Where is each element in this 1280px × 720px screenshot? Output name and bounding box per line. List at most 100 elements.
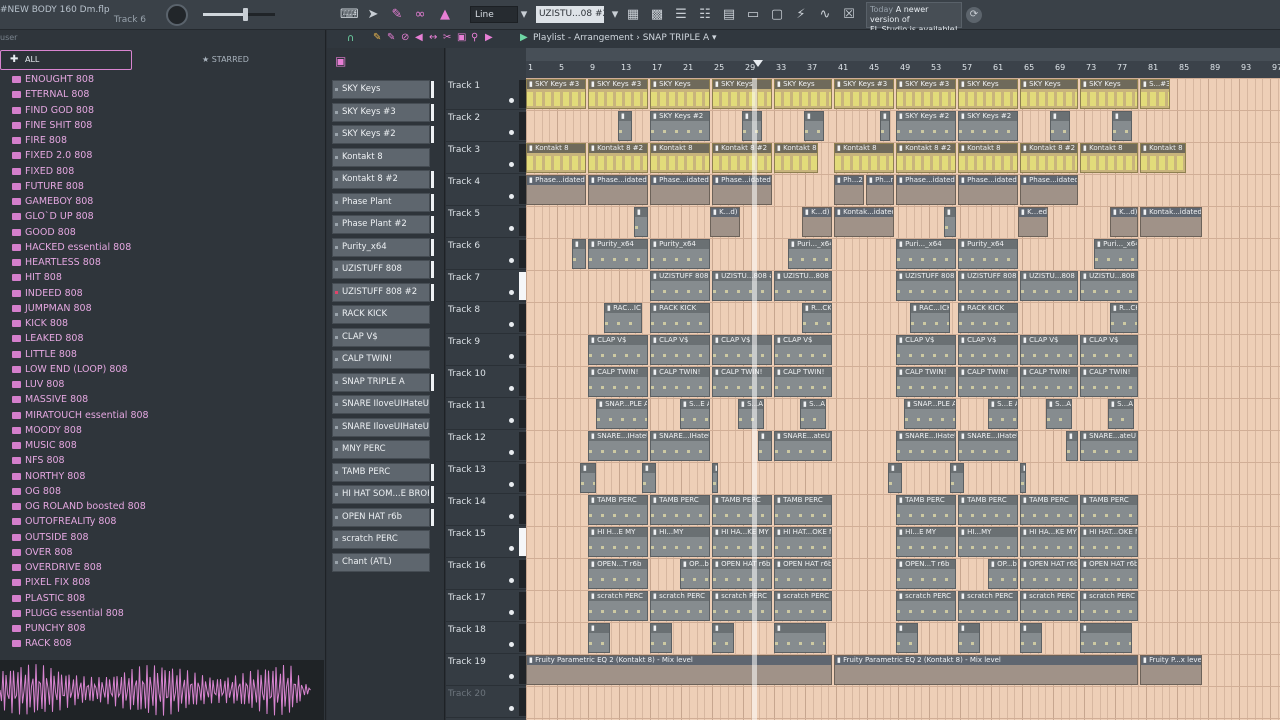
- pattern-clip[interactable]: ▮ scratch PERC: [588, 591, 648, 621]
- pattern-clip[interactable]: ▮ CLAP V$: [896, 335, 956, 365]
- pattern-clip[interactable]: ▮: [588, 623, 610, 653]
- track-header[interactable]: Track 19: [446, 654, 526, 686]
- playback-tool-icon[interactable]: ▶: [485, 32, 493, 43]
- pattern-clip[interactable]: ▮: [758, 431, 772, 461]
- channel-pattern-item[interactable]: Purity_x64: [332, 237, 430, 257]
- browser-item[interactable]: JUMPMAN 808: [0, 301, 326, 316]
- track-color-bar[interactable]: [519, 496, 526, 524]
- channel-pattern-item[interactable]: TAMB PERC: [332, 462, 430, 482]
- pattern-clip[interactable]: ▮ SKY Keys: [1080, 79, 1138, 109]
- pattern-clip[interactable]: ▮ CLAP V$: [712, 335, 772, 365]
- automation-clip[interactable]: ▮ Fruity Parametric EQ 2 (Kontakt 8) - M…: [526, 655, 832, 685]
- pattern-menu-icon[interactable]: ▾: [606, 6, 624, 24]
- pattern-clip[interactable]: ▮: [642, 463, 656, 493]
- pattern-clip[interactable]: ▮ SNARE...IHateU: [650, 431, 710, 461]
- automation-clip[interactable]: ▮ K...d): [1110, 207, 1138, 237]
- track-color-bar[interactable]: [519, 560, 526, 588]
- pattern-clip[interactable]: ▮ HI HA...KE MY: [1020, 527, 1078, 557]
- track-header[interactable]: Track 4: [446, 174, 526, 206]
- pattern-clip[interactable]: ▮: [572, 239, 586, 269]
- pattern-clip[interactable]: ▮ scratch PERC: [958, 591, 1018, 621]
- track-color-bar[interactable]: [519, 272, 526, 300]
- playhead[interactable]: [752, 78, 757, 720]
- pattern-clip[interactable]: ▮ RAC...ICK: [604, 303, 642, 333]
- pattern-clip[interactable]: ▮ SKY Keys: [774, 79, 832, 109]
- browser-item[interactable]: FIXED 808: [0, 164, 326, 179]
- pattern-clip[interactable]: ▮: [650, 623, 672, 653]
- pattern-clip[interactable]: ▮ OP...b: [988, 559, 1018, 589]
- pattern-clip[interactable]: ▮ SKY Keys: [650, 79, 710, 109]
- automation-clip[interactable]: ▮ Phase...idated): [712, 175, 772, 205]
- pattern-clip[interactable]: ▮ SKY Keys #3: [834, 79, 894, 109]
- pattern-clip[interactable]: ▮ UZISTU...808 #2: [1080, 271, 1138, 301]
- pattern-clip[interactable]: ▮: [944, 207, 956, 237]
- track-mute-dot[interactable]: [509, 162, 514, 167]
- track-color-bar[interactable]: [519, 112, 526, 140]
- track-header[interactable]: Track 6: [446, 238, 526, 270]
- pattern-clip[interactable]: ▮ SNAP...PLE A: [904, 399, 956, 429]
- clipboard-icon[interactable]: ▢: [768, 6, 786, 24]
- pattern-clip[interactable]: ▮: [1020, 623, 1042, 653]
- pattern-clip[interactable]: ▮ HI HAT...OKE MY: [774, 527, 832, 557]
- pattern-clip[interactable]: ▮ Purity_x64: [958, 239, 1018, 269]
- browser-item[interactable]: INDEED 808: [0, 286, 326, 301]
- channel-pattern-item[interactable]: SKY Keys #2: [332, 125, 430, 144]
- browser-item[interactable]: MOODY 808: [0, 423, 326, 438]
- pattern-clip[interactable]: ▮ CLAP V$: [958, 335, 1018, 365]
- pattern-clip[interactable]: ▮ CLAP V$: [1020, 335, 1078, 365]
- track-header[interactable]: Track 11: [446, 398, 526, 430]
- pattern-clip[interactable]: ▮ Puri..._x64: [896, 239, 956, 269]
- pattern-clip[interactable]: ▮ HI...MY: [650, 527, 710, 557]
- pattern-clip[interactable]: ▮ OPEN HAT r6b: [712, 559, 772, 589]
- pattern-clip[interactable]: ▮ HI...MY: [958, 527, 1018, 557]
- magnet-icon[interactable]: ∩: [347, 33, 354, 44]
- master-pitch-knob[interactable]: [166, 4, 188, 26]
- tab-all[interactable]: ✚ ALL: [0, 50, 132, 70]
- pattern-clip[interactable]: ▮ SKY Keys: [1020, 79, 1078, 109]
- track-header[interactable]: Track 2: [446, 110, 526, 142]
- pattern-clip[interactable]: ▮ Puri..._x64: [788, 239, 832, 269]
- automation-clip[interactable]: ▮ Ph...2: [834, 175, 864, 205]
- track-mute-dot[interactable]: [509, 450, 514, 455]
- track-color-bar[interactable]: [519, 208, 526, 236]
- automation-clip[interactable]: ▮ Phase...idated): [650, 175, 710, 205]
- pattern-clip[interactable]: ▮ HI H...E MY: [588, 527, 648, 557]
- channel-pattern-item[interactable]: SNAP TRIPLE A: [332, 372, 430, 392]
- pattern-clip[interactable]: ▮ HI HAT...OKE MY: [1080, 527, 1138, 557]
- pattern-clip[interactable]: ▮ scratch PERC: [1080, 591, 1138, 621]
- timeline-ruler[interactable]: 1 5 9 13 17 21 25 29 33 37 41 45 49 53 57 61 65 69 73 77 81 8…: [526, 48, 1280, 78]
- pattern-clip[interactable]: ▮ CLAP V$: [1080, 335, 1138, 365]
- track-mute-dot[interactable]: [509, 642, 514, 647]
- pattern-clip[interactable]: ▮ scratch PERC: [1020, 591, 1078, 621]
- automation-clip[interactable]: ▮ Phase...idated): [526, 175, 586, 205]
- pattern-clip[interactable]: ▮ Purity_x64: [588, 239, 648, 269]
- track-color-bar[interactable]: [519, 304, 526, 332]
- track-color-bar[interactable]: [519, 464, 526, 492]
- channel-pattern-item[interactable]: SNARE IloveUIHateU #2: [332, 417, 430, 437]
- playlist-icon[interactable]: ▦: [624, 6, 642, 24]
- browser-item[interactable]: KICK 808: [0, 316, 326, 331]
- track-color-bar[interactable]: [519, 656, 526, 684]
- browser-item[interactable]: LUV 808: [0, 377, 326, 392]
- pattern-clip[interactable]: ▮ UZISTUFF 808: [650, 271, 710, 301]
- pattern-clip[interactable]: ▮ Kontakt 8: [834, 143, 894, 173]
- delete-tool-icon[interactable]: ⊘: [401, 32, 409, 43]
- browser-item[interactable]: PLUGG essential 808: [0, 606, 326, 621]
- pattern-clip[interactable]: ▮ TAMB PERC: [1020, 495, 1078, 525]
- select-tool-icon[interactable]: ▣: [457, 32, 466, 43]
- pattern-clip[interactable]: ▮: [958, 623, 980, 653]
- pattern-clip[interactable]: ▮ Kontakt 8: [774, 143, 818, 173]
- channel-pattern-item[interactable]: HI HAT SOM...E BROKE MY: [332, 485, 430, 504]
- pattern-clip[interactable]: ▮ SKY Keys #3: [526, 79, 586, 109]
- channel-pattern-item[interactable]: MNY PERC: [332, 440, 430, 459]
- track-header[interactable]: Track 7: [446, 270, 526, 302]
- pattern-clip[interactable]: ▮: [1066, 431, 1078, 461]
- track-color-bar[interactable]: [519, 528, 526, 556]
- pattern-clip[interactable]: ▮: [712, 623, 734, 653]
- pattern-clip[interactable]: ▮ S...A: [1108, 399, 1134, 429]
- link-icon[interactable]: ∞: [411, 6, 429, 24]
- browser-item[interactable]: HACKED essential 808: [0, 240, 326, 255]
- automation-clip[interactable]: ▮ Kontak...idated): [1140, 207, 1202, 237]
- plug-icon[interactable]: ⚡: [792, 6, 810, 24]
- channel-pattern-item[interactable]: SKY Keys #3: [332, 102, 430, 122]
